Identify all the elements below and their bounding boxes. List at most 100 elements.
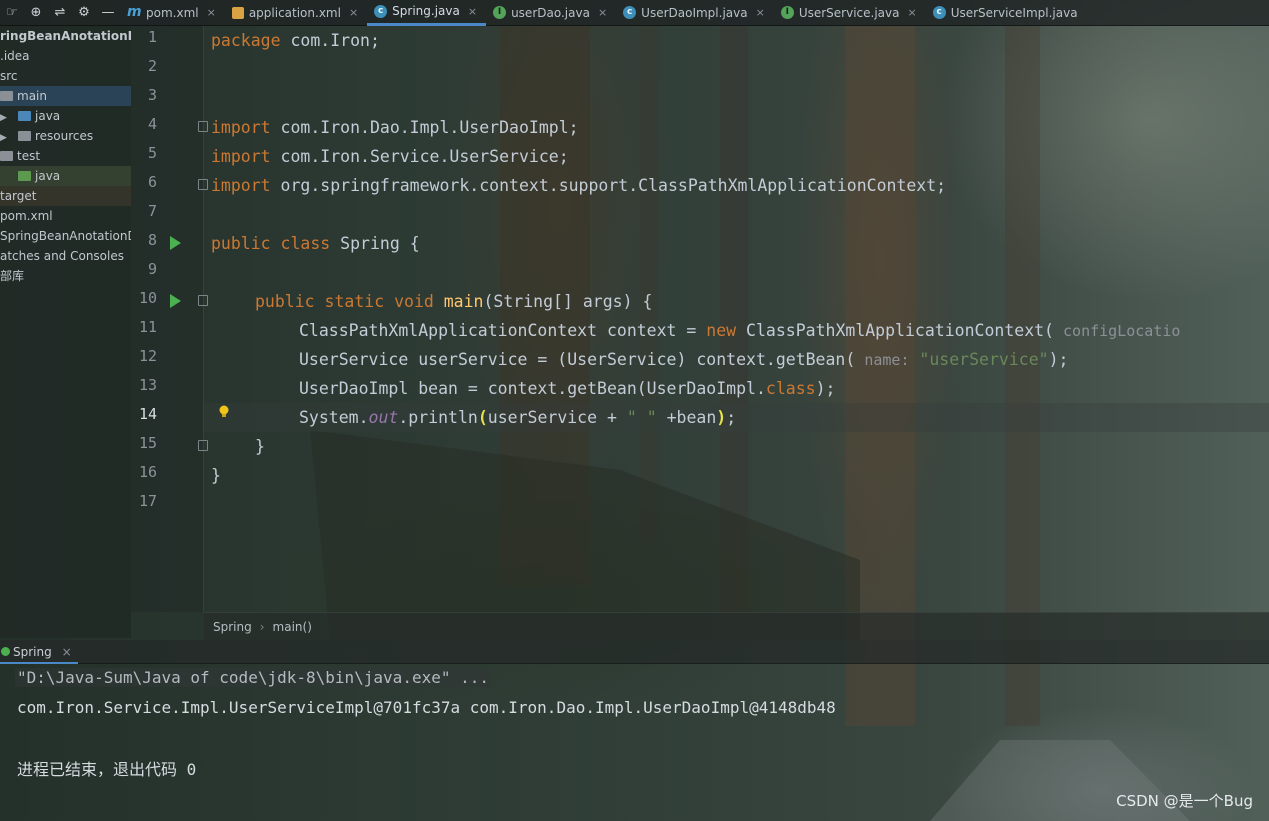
run-tab-spring[interactable]: Spring × — [0, 640, 78, 664]
code-line[interactable]: ClassPathXmlApplicationContext context =… — [299, 316, 1180, 345]
tab-userserviceimpl-java[interactable]: c UserServiceImpl.java — [926, 0, 1087, 26]
code-line[interactable]: import org.springframework.context.suppo… — [211, 171, 946, 200]
tree-item-label: src — [0, 69, 18, 83]
keyword: import — [211, 176, 271, 195]
tree-item-label: resources — [35, 129, 94, 143]
project-tree: ringBeanAnotationDe .idea src main ▶ java… — [0, 26, 131, 638]
close-icon[interactable]: × — [62, 645, 72, 659]
locate-icon[interactable]: ⊕ — [24, 5, 48, 20]
code-line[interactable]: UserService userService = (UserService) … — [299, 345, 1068, 374]
tree-item-scratches[interactable]: atches and Consoles — [0, 246, 131, 266]
code-line[interactable]: package com.Iron; — [211, 26, 380, 55]
code-line[interactable]: UserDaoImpl bean = context.getBean(UserD… — [299, 374, 835, 403]
code-text: com.Iron; — [280, 31, 380, 50]
console-command-line[interactable]: "D:\Java-Sum\Java of code\jdk-8\bin\java… — [15, 668, 492, 687]
tree-item-idea[interactable]: .idea — [0, 46, 131, 66]
minimize-icon[interactable]: — — [96, 5, 120, 20]
source-folder-icon — [18, 111, 31, 121]
code-line[interactable]: } — [211, 461, 221, 490]
line-number: 7 — [147, 202, 157, 220]
code-text: ); — [815, 379, 836, 398]
tree-item-src[interactable]: src — [0, 66, 131, 86]
line-number: 4 — [147, 115, 157, 133]
code-line[interactable]: } — [255, 432, 265, 461]
tab-userdaoimpl-java[interactable]: c UserDaoImpl.java × — [616, 0, 774, 26]
line-number: 12 — [138, 347, 157, 365]
tree-item-iml[interactable]: SpringBeanAnotationD — [0, 226, 131, 246]
close-icon[interactable]: × — [907, 6, 916, 19]
line-number: 15 — [138, 434, 157, 452]
close-icon[interactable]: × — [468, 5, 477, 18]
code-text: com.Iron.Dao.Impl.UserDaoImpl; — [270, 118, 579, 137]
run-config-icon — [1, 647, 10, 656]
close-icon[interactable]: × — [207, 6, 216, 19]
keyword: public static void — [255, 292, 434, 311]
code-text: ; — [726, 408, 737, 427]
tree-item-external-libraries[interactable]: 部库 — [0, 266, 131, 286]
line-number: 5 — [147, 144, 157, 162]
code-text: } — [255, 437, 265, 456]
close-icon[interactable]: × — [349, 6, 358, 19]
code-text: ); — [1048, 350, 1069, 369]
maven-icon: m — [127, 4, 142, 20]
run-class-icon[interactable] — [170, 236, 181, 250]
settings-gear-icon[interactable]: ⚙ — [72, 5, 96, 20]
tree-item-test-java[interactable]: java — [0, 166, 131, 186]
tab-userservice-java[interactable]: I UserService.java × — [774, 0, 926, 26]
chevron-right-icon: › — [259, 620, 265, 634]
breadcrumb-item-class[interactable]: Spring — [213, 620, 252, 634]
line-number: 2 — [147, 57, 157, 75]
fold-icon[interactable] — [198, 179, 208, 190]
tree-item-project-root[interactable]: ringBeanAnotationDe — [0, 26, 131, 46]
keyword: import — [211, 147, 271, 166]
breadcrumb-item-method[interactable]: main() — [273, 620, 312, 634]
code-line-current[interactable]: System.out.println(userService + " " +be… — [299, 403, 736, 432]
keyword: import — [211, 118, 271, 137]
tree-item-target[interactable]: target — [0, 186, 131, 206]
line-number: 17 — [138, 492, 157, 510]
fold-icon[interactable] — [198, 121, 208, 132]
lightbulb-icon[interactable] — [218, 405, 230, 419]
code-line[interactable]: public static void main(String[] args) { — [255, 287, 652, 316]
static-field: out — [368, 408, 399, 427]
code-line[interactable]: import com.Iron.Service.UserService; — [211, 142, 569, 171]
keyword: new — [706, 321, 737, 340]
code-text: ClassPathXmlApplicationContext context = — [299, 321, 707, 340]
matched-brace: ) — [716, 408, 727, 427]
code-line[interactable]: import com.Iron.Dao.Impl.UserDaoImpl; — [211, 113, 579, 142]
line-number: 9 — [147, 260, 157, 278]
collapse-icon[interactable]: ⇌ — [48, 5, 72, 20]
tree-item-resources[interactable]: ▶ resources — [0, 126, 131, 146]
interface-icon: I — [780, 6, 794, 19]
tree-item-test[interactable]: test — [0, 146, 131, 166]
tree-item-main-java[interactable]: ▶ java — [0, 106, 131, 126]
tab-application-xml[interactable]: application.xml × — [225, 0, 367, 26]
run-main-icon[interactable] — [170, 294, 181, 308]
console-exit-line: 进程已结束，退出代码 0 — [17, 760, 197, 779]
class-icon: c — [374, 4, 388, 18]
tab-userdao-java[interactable]: I userDao.java × — [486, 0, 616, 26]
line-number: 10 — [138, 289, 157, 307]
code-line[interactable]: public class Spring { — [211, 229, 420, 258]
tab-pom-xml[interactable]: m pom.xml × — [120, 0, 225, 26]
tree-item-pom[interactable]: pom.xml — [0, 206, 131, 226]
folder-icon — [0, 151, 13, 161]
tab-label: pom.xml — [146, 5, 199, 20]
tree-item-label: java — [35, 169, 61, 183]
tree-item-main[interactable]: main — [0, 86, 131, 106]
code-text: com.Iron.Service.UserService; — [270, 147, 569, 166]
fold-icon[interactable] — [198, 440, 208, 451]
close-icon[interactable]: × — [756, 6, 765, 19]
test-folder-icon — [18, 171, 31, 181]
fold-icon[interactable] — [198, 295, 208, 306]
tab-spring-java[interactable]: c Spring.java × — [367, 0, 487, 26]
tab-label: UserDaoImpl.java — [641, 5, 748, 20]
code-text: ClassPathXmlApplicationContext( — [736, 321, 1054, 340]
project-view-icon[interactable]: ☞ — [0, 5, 24, 20]
expand-arrow-icon[interactable]: ▶ — [0, 108, 10, 128]
console-output-line: com.Iron.Service.Impl.UserServiceImpl@70… — [17, 698, 836, 717]
close-icon[interactable]: × — [598, 6, 607, 19]
breadcrumb: Spring › main() — [204, 612, 1269, 640]
expand-arrow-icon[interactable]: ▶ — [0, 128, 10, 148]
code-text: Spring { — [330, 234, 420, 253]
